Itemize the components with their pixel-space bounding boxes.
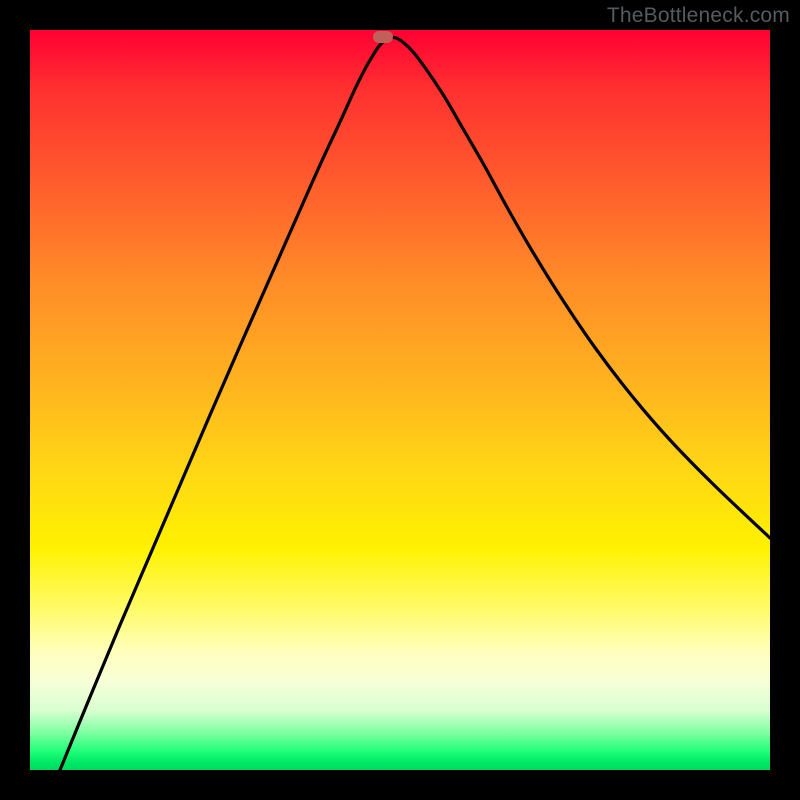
bottleneck-curve-path [60,37,770,770]
chart-plot-area [30,30,770,770]
optimum-marker [373,31,393,43]
watermark-text: TheBottleneck.com [607,4,790,28]
chart-curve-svg [30,30,770,770]
